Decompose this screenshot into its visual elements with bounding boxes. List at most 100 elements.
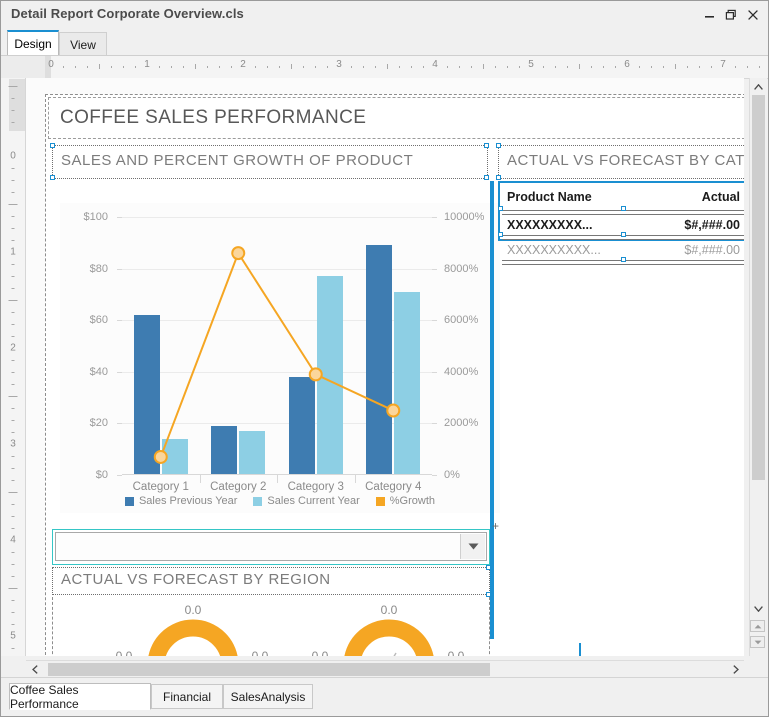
scroll-down-icon[interactable] xyxy=(750,600,767,617)
vruler-label: 5 xyxy=(10,631,16,642)
window-controls xyxy=(698,5,764,25)
vruler-tick xyxy=(12,648,15,649)
resize-handle-tl[interactable] xyxy=(50,143,55,148)
hruler-label: 0 xyxy=(48,59,54,70)
hruler-tick xyxy=(207,66,208,68)
vruler-label: 0 xyxy=(10,151,16,162)
scroll-up-icon[interactable] xyxy=(750,78,767,95)
chart-legend: Sales Previous YearSales Current Year%Gr… xyxy=(60,495,500,507)
chart-section-header-band[interactable]: SALES AND PERCENT GROWTH OF PRODUCT xyxy=(52,145,488,179)
view-tab-strip: Design View xyxy=(1,29,768,56)
vruler-tick xyxy=(12,228,15,229)
tab-design-label: Design xyxy=(14,37,51,51)
column-resize-handle-2[interactable] xyxy=(621,232,626,237)
gauge-region-1[interactable]: 0.0 0.0 0.0 xyxy=(108,607,278,656)
hruler-tick xyxy=(75,66,76,68)
sales-growth-chart[interactable]: $0$20$40$60$80$100 0%2000%4000%6000%8000… xyxy=(60,203,500,513)
title-band[interactable] xyxy=(48,97,744,139)
vruler-tick xyxy=(12,312,15,313)
sidebar-item-financial[interactable]: Financial xyxy=(151,684,223,709)
design-canvas[interactable]: COFFEE SALES PERFORMANCE SALES AND PERCE… xyxy=(26,78,744,656)
vruler-tick xyxy=(12,552,15,553)
chart-category-label: Category 3 xyxy=(288,481,344,493)
panel-splitter[interactable] xyxy=(490,181,494,639)
row-handle-left-1[interactable] xyxy=(498,206,503,211)
hruler-tick xyxy=(315,66,316,68)
chevron-down-icon[interactable] xyxy=(460,534,485,559)
report-page[interactable]: COFFEE SALES PERFORMANCE SALES AND PERCE… xyxy=(45,94,744,656)
vruler-tick xyxy=(12,264,15,265)
window-title: Detail Report Corporate Overview.cls xyxy=(11,6,244,21)
resize-handle-bl[interactable] xyxy=(50,175,55,180)
region-section-header-band[interactable]: ACTUAL VS FORECAST BY REGION xyxy=(52,567,490,595)
vruler-tick xyxy=(12,600,15,601)
horizontal-scrollbar[interactable] xyxy=(26,660,744,678)
vertical-scrollbar-thumb[interactable] xyxy=(752,95,765,480)
chart-legend-item: Sales Current Year xyxy=(253,495,359,507)
hruler-tick xyxy=(123,66,124,68)
resize-handle-br[interactable] xyxy=(484,175,489,180)
hruler-tick xyxy=(507,66,508,68)
close-icon[interactable] xyxy=(742,5,764,25)
hruler-tick xyxy=(591,66,592,68)
chart-right-tick-label: 8000% xyxy=(444,263,478,275)
resize-handle-table-bl[interactable] xyxy=(496,175,501,180)
vruler-tick xyxy=(12,516,15,517)
hruler-tick xyxy=(327,66,328,68)
sidebar-item-coffee-sales-performance[interactable]: Coffee Sales Performance xyxy=(9,683,151,710)
column-resize-handle-1[interactable] xyxy=(621,206,626,211)
vruler-tick xyxy=(12,504,15,505)
growth-data-point xyxy=(310,368,322,380)
spin-up-button[interactable] xyxy=(750,620,765,632)
vruler-tick xyxy=(9,396,18,397)
hruler-tick xyxy=(399,66,400,68)
horizontal-scrollbar-thumb[interactable] xyxy=(48,663,490,676)
column-resize-handle-3[interactable] xyxy=(621,257,626,262)
growth-data-point xyxy=(155,451,167,463)
add-marker-icon[interactable]: + xyxy=(492,519,499,533)
vertical-scrollbar[interactable] xyxy=(749,78,767,656)
row-handle-left-2[interactable] xyxy=(498,232,503,237)
hruler-tick xyxy=(99,64,100,69)
gauge-region-2[interactable]: 0.0 0.0 0.0 xyxy=(304,607,474,656)
chart-right-tick-label: 4000% xyxy=(444,366,478,378)
restore-icon[interactable] xyxy=(720,5,742,25)
hruler-tick xyxy=(603,66,604,68)
hruler-tick xyxy=(519,66,520,68)
chart-left-tickmark xyxy=(117,269,122,270)
bottom-tab-label: SalesAnalysis xyxy=(231,690,306,704)
parameter-combobox[interactable] xyxy=(55,532,487,561)
region-section-label[interactable]: ACTUAL VS FORECAST BY REGION xyxy=(61,571,331,588)
scroll-left-icon[interactable] xyxy=(26,661,43,678)
tab-view[interactable]: View xyxy=(59,32,107,56)
vertical-ruler[interactable]: 012345 xyxy=(1,78,26,656)
chart-right-tickmark xyxy=(432,269,437,270)
resize-handle-table-tl[interactable] xyxy=(496,143,501,148)
hruler-tick xyxy=(459,66,460,68)
resize-handle-tr[interactable] xyxy=(484,143,489,148)
chart-right-tick-label: 6000% xyxy=(444,314,478,326)
growth-line xyxy=(161,253,394,457)
table-section-header-band[interactable]: ACTUAL VS FORECAST BY CATE xyxy=(498,145,744,179)
hruler-tick xyxy=(699,66,700,68)
vruler-tick xyxy=(12,624,15,625)
chart-plot-area: $0$20$40$60$80$100 0%2000%4000%6000%8000… xyxy=(122,217,432,475)
horizontal-ruler[interactable]: 01234567 xyxy=(1,56,768,79)
chart-left-tick-label: $100 xyxy=(84,211,108,223)
vruler-tick xyxy=(12,240,15,241)
vruler-tick xyxy=(12,384,15,385)
hruler-tick xyxy=(363,66,364,68)
region-resize-handle-tr[interactable] xyxy=(486,565,491,570)
table-section-label[interactable]: ACTUAL VS FORECAST BY CATE xyxy=(507,152,744,169)
bottom-tab-label: Financial xyxy=(163,690,211,704)
tab-design[interactable]: Design xyxy=(7,30,59,56)
hruler-tick xyxy=(651,66,652,68)
vruler-label: 3 xyxy=(10,439,16,450)
legend-label: Sales Current Year xyxy=(267,495,359,507)
chart-section-label[interactable]: SALES AND PERCENT GROWTH OF PRODUCT xyxy=(61,152,413,169)
scroll-right-icon[interactable] xyxy=(727,661,744,678)
spin-down-button[interactable] xyxy=(750,636,765,648)
vruler-tick xyxy=(9,300,18,301)
sidebar-item-salesanalysis[interactable]: SalesAnalysis xyxy=(223,684,313,709)
minimize-icon[interactable] xyxy=(698,5,720,25)
